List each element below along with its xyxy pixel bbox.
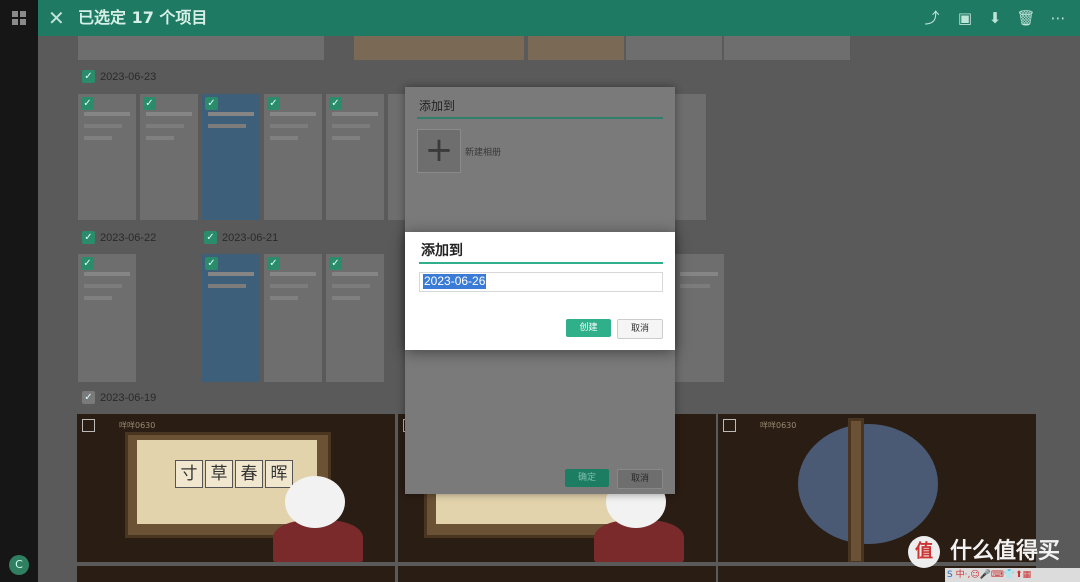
photo-thumb[interactable]: ✓: [326, 94, 384, 220]
cancel-button[interactable]: 取消: [617, 319, 663, 339]
date-group-checkbox[interactable]: ✓: [82, 231, 95, 244]
photo-checkbox[interactable]: ✓: [205, 257, 218, 270]
new-album-plus-icon[interactable]: +: [417, 129, 461, 173]
photo-thumb[interactable]: ✓: [140, 94, 198, 220]
ime-controls: 中·,☺🎤⌨👕⬆▦: [955, 570, 1032, 580]
photo-checkbox[interactable]: ✓: [267, 257, 280, 270]
close-icon[interactable]: ✕: [48, 6, 65, 30]
photo-thumb[interactable]: [724, 36, 850, 60]
photo-checkbox[interactable]: ✓: [329, 97, 342, 110]
album-name-input[interactable]: 2023-06-26: [419, 272, 663, 292]
photo-thumb[interactable]: ✓: [326, 254, 384, 382]
ime-toolbar[interactable]: S 中·,☺🎤⌨👕⬆▦: [945, 568, 1080, 582]
date-group-checkbox[interactable]: ✓: [82, 391, 95, 404]
video-label: 咩咩0630: [119, 421, 156, 430]
photo-thumb[interactable]: [674, 94, 706, 220]
photo-thumb[interactable]: [626, 36, 722, 60]
more-icon[interactable]: ⋯: [1048, 8, 1068, 28]
selection-title: 已选定 17 个项目: [78, 8, 208, 27]
photo-thumb[interactable]: [354, 36, 524, 60]
date-label: 2023-06-21: [222, 232, 279, 244]
photo-checkbox[interactable]: ✓: [205, 97, 218, 110]
photo-checkbox[interactable]: ✓: [81, 257, 94, 270]
watermark-logo: 值: [908, 536, 940, 568]
photo-thumb[interactable]: [78, 36, 324, 60]
left-rail: C: [0, 0, 38, 582]
create-album-dialog: 添加到 2023-06-26 创建 取消: [405, 232, 675, 350]
photo-checkbox[interactable]: ✓: [81, 97, 94, 110]
watermark: 值 什么值得买: [908, 536, 1078, 570]
video-thumb[interactable]: [398, 566, 716, 582]
photo-thumb[interactable]: [674, 254, 724, 382]
photo-thumb[interactable]: ✓: [264, 94, 322, 220]
photo-thumb[interactable]: ✓: [78, 94, 136, 220]
avatar[interactable]: C: [9, 555, 29, 575]
create-button[interactable]: 创建: [566, 319, 611, 337]
video-thumb[interactable]: [77, 566, 395, 582]
poem-title: 寸草春晖: [175, 460, 293, 488]
video-label: 咩咩0630: [760, 421, 797, 430]
photo-thumb[interactable]: [528, 36, 624, 60]
add-to-album-icon[interactable]: ▣: [955, 8, 975, 28]
dialog-title: 添加到: [421, 243, 463, 259]
selection-toolbar: ✕ 已选定 17 个项目 ⤴ ▣ ⬇ 🗑 ⋯: [38, 0, 1080, 36]
dialog-title: 添加到: [419, 99, 456, 113]
photo-thumb[interactable]: ✓: [202, 254, 260, 382]
watermark-text: 什么值得买: [950, 539, 1061, 564]
ime-logo: S: [947, 570, 953, 580]
date-label: 2023-06-19: [100, 392, 157, 404]
new-album-label[interactable]: 新建相册: [465, 145, 501, 158]
download-icon[interactable]: ⬇: [985, 8, 1005, 28]
delete-icon[interactable]: 🗑: [1016, 8, 1036, 28]
date-label: 2023-06-22: [100, 232, 157, 244]
photo-checkbox[interactable]: ✓: [329, 257, 342, 270]
cancel-button[interactable]: 取消: [617, 469, 663, 489]
album-name-value: 2023-06-26: [423, 274, 487, 289]
date-label: 2023-06-23: [100, 71, 157, 83]
photo-checkbox[interactable]: ✓: [143, 97, 156, 110]
video-checkbox[interactable]: [723, 419, 736, 432]
photo-thumb[interactable]: ✓: [202, 94, 260, 220]
confirm-button[interactable]: 确定: [565, 469, 609, 487]
photo-thumb[interactable]: ✓: [78, 254, 136, 382]
date-group-checkbox[interactable]: ✓: [82, 70, 95, 83]
video-checkbox[interactable]: [82, 419, 95, 432]
date-group-checkbox[interactable]: ✓: [204, 231, 217, 244]
video-thumb[interactable]: 咩咩0630 寸草春晖: [77, 414, 395, 562]
share-icon[interactable]: ⤴: [922, 8, 942, 28]
photo-checkbox[interactable]: ✓: [267, 97, 280, 110]
apps-grid-icon[interactable]: [12, 11, 26, 25]
photo-thumb[interactable]: ✓: [264, 254, 322, 382]
